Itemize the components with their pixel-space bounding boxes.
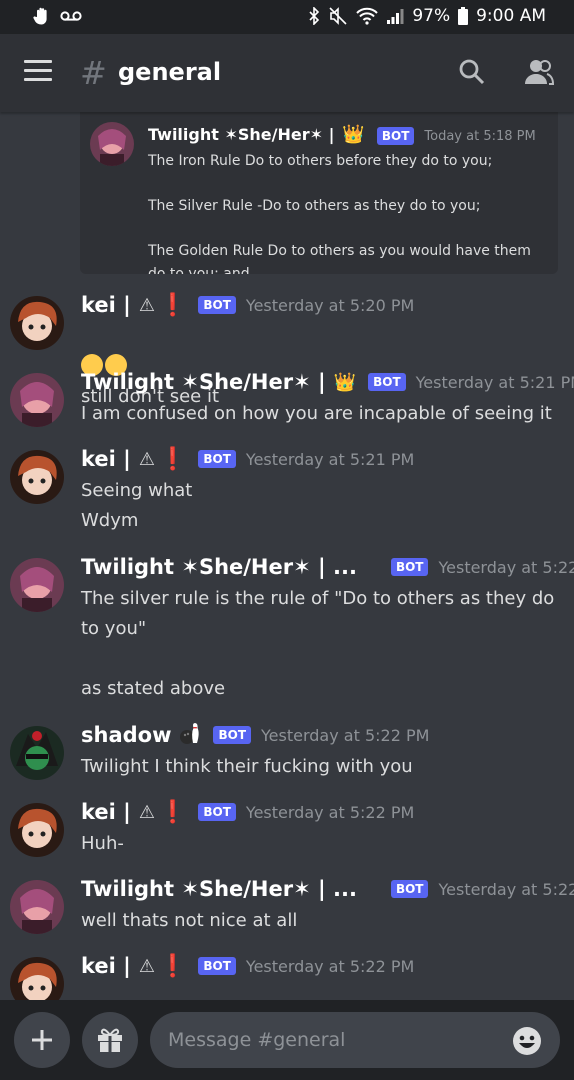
timestamp: Yesterday at 5:22 PM bbox=[245, 802, 415, 822]
bot-badge: BOT bbox=[198, 296, 236, 314]
wifi-icon bbox=[356, 7, 379, 25]
username[interactable]: shadow bbox=[81, 723, 171, 747]
exclamation-icon: ❗ bbox=[158, 799, 187, 825]
exclamation-icon: ❗ bbox=[158, 446, 187, 472]
avatar[interactable] bbox=[10, 957, 64, 1000]
battery-icon bbox=[458, 7, 469, 25]
avatar[interactable] bbox=[90, 122, 134, 166]
crown-icon: 👑 bbox=[342, 124, 365, 145]
message-text: Seeing what Wdym bbox=[81, 480, 193, 531]
voicemail-icon bbox=[60, 9, 82, 23]
timestamp: Yesterday at 5:22 PM bbox=[438, 879, 574, 899]
emoji-icon[interactable] bbox=[512, 1026, 542, 1060]
bot-badge: BOT bbox=[198, 957, 236, 975]
bluetooth-icon bbox=[308, 7, 320, 25]
channel-header: # general bbox=[0, 34, 574, 112]
menu-icon[interactable] bbox=[24, 60, 52, 84]
message-text: I am confused on how you are incapable o… bbox=[81, 403, 552, 424]
exclamation-icon: ❗ bbox=[158, 953, 187, 979]
channel-title: general bbox=[118, 58, 222, 86]
username[interactable]: Twilight ✶She/Her✶ | ... bbox=[81, 877, 357, 901]
status-bar: 97% 9:00 AM bbox=[0, 0, 574, 34]
username[interactable]: kei | bbox=[81, 447, 131, 471]
username[interactable]: kei | bbox=[81, 293, 131, 317]
message-text: Huh- bbox=[81, 833, 124, 854]
clock: 9:00 AM bbox=[476, 6, 546, 26]
message-text: The silver rule is the rule of "Do to ot… bbox=[81, 588, 555, 699]
avatar[interactable] bbox=[10, 803, 64, 857]
username[interactable]: kei | bbox=[81, 800, 131, 824]
message-composer bbox=[0, 1000, 574, 1080]
embed-text: The Iron Rule Do to others before they d… bbox=[148, 153, 531, 274]
username[interactable]: Twilight ✶She/Her✶ | bbox=[81, 370, 326, 394]
crown-icon: 👑 bbox=[333, 371, 357, 393]
reply-embed[interactable]: Twilight ✶She/Her✶ | 👑 BOT Today at 5:18 PM… bbox=[80, 112, 558, 274]
avatar[interactable] bbox=[10, 726, 64, 780]
warning-icon: ⚠ bbox=[138, 955, 155, 977]
message-input[interactable] bbox=[150, 1012, 560, 1068]
message-list[interactable]: Twilight ✶She/Her✶ | 👑 BOT Today at 5:18 PM… bbox=[0, 112, 574, 1000]
hash-icon: # bbox=[80, 54, 107, 92]
bot-badge: BOT bbox=[213, 726, 252, 744]
bot-badge: BOT bbox=[390, 558, 429, 576]
mute-icon bbox=[328, 7, 348, 25]
bowling-icon bbox=[179, 721, 201, 749]
avatar[interactable] bbox=[10, 373, 64, 427]
battery-percent: 97% bbox=[412, 6, 451, 26]
signal-icon bbox=[386, 7, 404, 25]
search-icon[interactable] bbox=[458, 58, 486, 90]
embed-timestamp: Today at 5:18 PM bbox=[424, 129, 536, 144]
warning-icon: ⚠ bbox=[138, 801, 155, 823]
exclamation-icon: ❗ bbox=[158, 292, 187, 318]
gift-button[interactable] bbox=[82, 1012, 138, 1068]
timestamp: Yesterday at 5:22 PM bbox=[261, 725, 430, 745]
avatar[interactable] bbox=[10, 880, 64, 934]
avatar[interactable] bbox=[10, 558, 64, 612]
gift-icon bbox=[98, 1028, 122, 1052]
embed-author: Twilight ✶She/Her✶ | 👑 BOT Today at 5:18 PM bbox=[148, 124, 536, 145]
bot-badge: BOT bbox=[368, 373, 406, 391]
avatar[interactable] bbox=[10, 296, 64, 350]
username[interactable]: Twilight ✶She/Her✶ | ... bbox=[81, 555, 357, 579]
message-text: Twilight I think their fucking with you bbox=[81, 756, 413, 777]
members-icon[interactable] bbox=[524, 58, 555, 90]
bot-badge: BOT bbox=[390, 880, 429, 898]
timestamp: Yesterday at 5:22 PM bbox=[438, 557, 574, 577]
avatar[interactable] bbox=[10, 450, 64, 504]
hand-icon bbox=[32, 6, 52, 26]
warning-icon: ⚠ bbox=[138, 448, 155, 470]
warning-icon: ⚠ bbox=[138, 294, 155, 316]
bot-badge: BOT bbox=[376, 127, 415, 145]
bot-badge: BOT bbox=[198, 803, 236, 821]
add-attachment-button[interactable] bbox=[14, 1012, 70, 1068]
timestamp: Yesterday at 5:22 PM bbox=[245, 956, 415, 976]
plus-icon bbox=[32, 1030, 52, 1050]
timestamp: Yesterday at 5:20 PM bbox=[245, 295, 415, 315]
bot-badge: BOT bbox=[198, 450, 236, 468]
username[interactable]: kei | bbox=[81, 954, 131, 978]
timestamp: Yesterday at 5:21 PM bbox=[245, 449, 415, 469]
timestamp: Yesterday at 5:21 PM bbox=[415, 372, 574, 392]
message-text: well thats not nice at all bbox=[81, 910, 298, 931]
